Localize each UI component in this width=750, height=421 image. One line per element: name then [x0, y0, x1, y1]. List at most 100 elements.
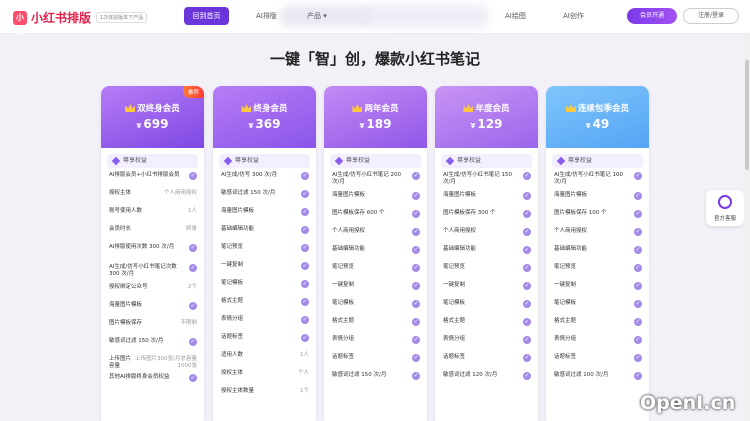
feature-text: 敏感词过滤 150 次/月: [332, 372, 387, 378]
check-icon: ✓: [634, 228, 642, 236]
blurred-nav-region: [280, 5, 380, 27]
tier-label: 尊享权益: [441, 154, 532, 168]
plan-price-value: 49: [592, 117, 610, 131]
feature-text: 海量图片模板: [221, 208, 255, 214]
feature-row: AI生成/仿写小红书笔记 100 次/月 ✓: [546, 172, 649, 192]
feature-text: 图片模板保存: [109, 320, 143, 326]
feature-row: 账号使用人数 1人: [101, 208, 204, 226]
check-icon: ✓: [634, 354, 642, 362]
feature-row: 笔记模板 ✓: [213, 280, 316, 298]
feature-value: 1人: [188, 208, 197, 214]
feature-value: 上传图片300张/月总容量1000张: [135, 356, 197, 369]
login-register-button[interactable]: 注册/登录: [683, 8, 739, 24]
check-icon: ✓: [634, 336, 642, 344]
plan-card[interactable]: 连续包季会员 ¥49 尊享权益 AI生成/仿写小红书笔记 100 次/月 ✓ 海量图片模板…: [546, 86, 649, 421]
check-icon: ✓: [412, 282, 420, 290]
feature-row: 一键复制 ✓: [546, 282, 649, 300]
scrollbar-thumb[interactable]: [745, 60, 749, 170]
plan-card[interactable]: 年度会员 ¥129 尊享权益 AI生成/仿写小红书笔记 150 次/月 ✓ 海量图片模板 ✓…: [435, 86, 538, 421]
check-icon: ✓: [412, 264, 420, 272]
blurred-nav-region-2: [370, 5, 490, 27]
feature-row: 海量图片模板 ✓: [435, 192, 538, 210]
feature-text: AI排版使用次数 300 次/月: [109, 244, 175, 250]
logo[interactable]: 小红 小红书排版 1次体验版本下产品: [13, 9, 148, 36]
headset-icon: [718, 195, 732, 209]
check-icon: ✓: [189, 244, 197, 252]
check-icon: ✓: [189, 264, 197, 272]
feature-row: AI排版会员+小红书排版会员 ✓: [101, 172, 204, 190]
feature-row: 敏感词过滤 150 次/月 ✓: [324, 372, 427, 390]
crown-icon: [463, 104, 474, 112]
customer-service-button[interactable]: 官方客服: [706, 190, 744, 226]
check-icon: ✓: [189, 172, 197, 180]
currency-symbol: ¥: [136, 122, 142, 130]
feature-text: 表情分组: [443, 336, 466, 342]
feature-row: 话题标签 ✓: [435, 354, 538, 372]
plan-price: ¥369: [213, 117, 316, 131]
feature-row: 表情分组 ✓: [546, 336, 649, 354]
currency-symbol: ¥: [585, 122, 591, 130]
feature-row: 一键复制 ✓: [213, 262, 316, 280]
feature-text: 笔记模板: [332, 300, 355, 306]
check-icon: ✓: [634, 282, 642, 290]
nav-ai-drawing[interactable]: AI绘图: [505, 11, 526, 21]
feature-text: 表情分组: [221, 316, 244, 322]
currency-symbol: ¥: [359, 122, 365, 130]
feature-row: 上传图片容量 上传图片300张/月总容量1000张: [101, 356, 204, 374]
top-navbar: 小红 小红书排版 1次体验版本下产品 回到首页 AI排版 产品 ▾ AI绘图 A…: [0, 0, 750, 36]
feature-row: 敏感词过滤 120 次/月 ✓: [435, 372, 538, 390]
feature-row: 敏感词过滤 150 次/月 ✓: [213, 190, 316, 208]
crown-icon: [565, 104, 576, 112]
feature-row: 个人商用授权 ✓: [546, 228, 649, 246]
feature-text: 授权主体: [109, 190, 132, 196]
check-icon: ✓: [634, 372, 642, 380]
nav-ai-creation[interactable]: AI创作: [563, 11, 584, 21]
feature-row: 基础编辑功能 ✓: [213, 226, 316, 244]
recommend-badge: 推荐: [182, 86, 204, 98]
plan-price: ¥699: [101, 117, 204, 131]
feature-row: 格式主题 ✓: [324, 318, 427, 336]
plan-card[interactable]: 终身会员 ¥369 尊享权益 AI生成/仿写 300 次/月 ✓ 敏感词过滤 150 次/…: [213, 86, 316, 421]
feature-text: 笔记模板: [554, 300, 577, 306]
logo-icon: 小红: [13, 10, 27, 36]
feature-text: 一键复制: [332, 282, 355, 288]
plan-card[interactable]: 两年会员 ¥189 尊享权益 AI生成/仿写小红书笔记 200 次/月 ✓ 海量图片模板 ✓…: [324, 86, 427, 421]
feature-text: 笔记模板: [443, 300, 466, 306]
feature-text: 话题标签: [221, 334, 244, 340]
feature-text: 基础编辑功能: [221, 226, 255, 232]
plan-price: ¥49: [546, 117, 649, 131]
feature-row: 一键复制 ✓: [435, 282, 538, 300]
check-icon: ✓: [634, 318, 642, 326]
plan-price-value: 189: [366, 117, 392, 131]
feature-text: 基础编辑功能: [332, 246, 366, 252]
check-icon: ✓: [523, 372, 531, 380]
check-icon: ✓: [634, 210, 642, 218]
vip-open-button[interactable]: 会员开通: [627, 8, 677, 24]
check-icon: ✓: [523, 210, 531, 218]
feature-row: 笔记模板 ✓: [435, 300, 538, 318]
feature-value: 2个: [188, 284, 197, 290]
check-icon: ✓: [634, 300, 642, 308]
check-icon: ✓: [301, 208, 309, 216]
feature-text: 图片模板保存 100 个: [554, 210, 607, 216]
feature-value: 个人: [297, 370, 309, 376]
nav-products[interactable]: 产品 ▾: [307, 11, 327, 21]
logo-tag: 1次体验版本下产品: [96, 12, 148, 23]
plan-price-value: 699: [143, 117, 169, 131]
check-icon: ✓: [523, 172, 531, 180]
feature-text: 敏感词过滤 100 次/月: [554, 372, 609, 378]
feature-text: 笔记预览: [554, 264, 577, 270]
nav-ai-layout[interactable]: AI排版: [256, 11, 277, 21]
feature-text: 海量图片模板: [443, 192, 477, 198]
feature-value: 终身: [185, 226, 197, 232]
plan-card[interactable]: 双终身会员 ¥699 推荐 尊享权益 AI排版会员+小红书排版会员 ✓ 授权主体 个人商用授权…: [101, 86, 204, 421]
nav-home-button[interactable]: 回到首页: [184, 7, 229, 25]
feature-row: 笔记模板 ✓: [324, 300, 427, 318]
feature-row: 授权主体 个人: [213, 370, 316, 388]
plan-name: 双终身会员: [101, 102, 204, 114]
feature-row: 一键复制 ✓: [324, 282, 427, 300]
feature-text: AI生成/仿写 300 次/月: [221, 172, 278, 178]
check-icon: ✓: [412, 318, 420, 326]
check-icon: ✓: [412, 300, 420, 308]
currency-symbol: ¥: [470, 122, 476, 130]
